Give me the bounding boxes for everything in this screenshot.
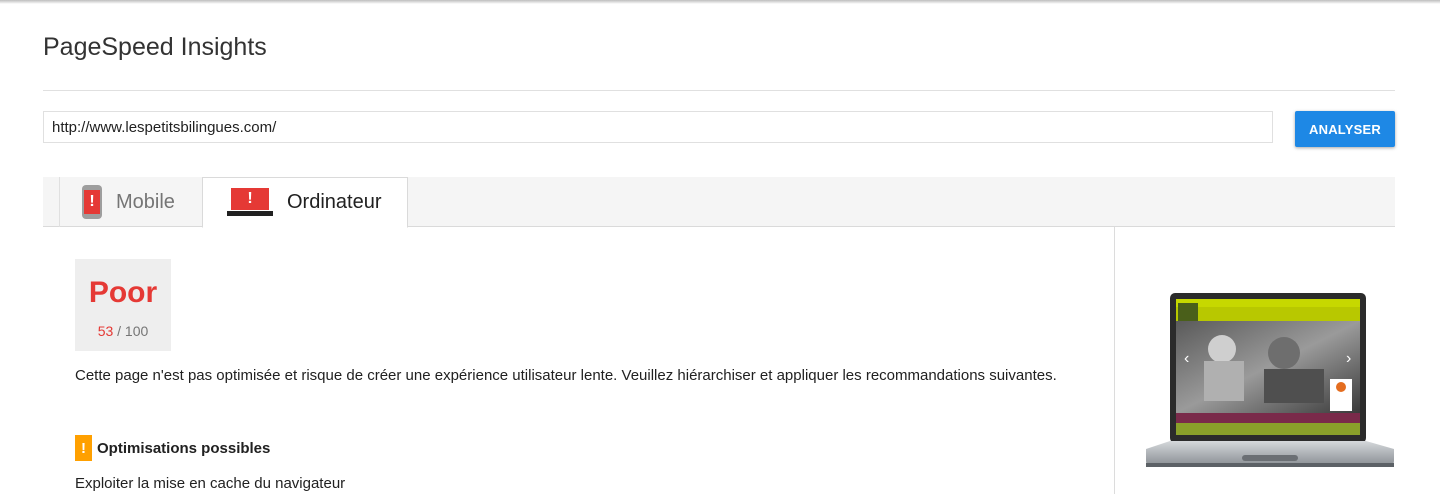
- preview-divider: [1114, 227, 1115, 494]
- optimization-item[interactable]: Exploiter la mise en cache du navigateur: [75, 475, 345, 492]
- phone-warning-icon: !: [82, 185, 102, 219]
- device-tab-bar: ! Mobile ! Ordinateur: [43, 177, 1395, 228]
- score-value: 53: [97, 323, 114, 339]
- tab-desktop-label: Ordinateur: [287, 191, 382, 213]
- optimizations-title: Optimisations possibles: [97, 439, 271, 457]
- score-max: / 100: [117, 323, 149, 339]
- page-title: PageSpeed Insights: [43, 33, 267, 61]
- tab-mobile[interactable]: ! Mobile: [59, 177, 202, 227]
- score-rating: Poor: [88, 276, 158, 309]
- tab-desktop[interactable]: ! Ordinateur: [202, 177, 408, 228]
- score-badge: Poor 53 / 100: [75, 259, 171, 351]
- score-summary: Cette page n'est pas optimisée et risque…: [75, 367, 1057, 384]
- svg-text:‹: ‹: [1184, 350, 1189, 367]
- laptop-warning-icon: !: [227, 187, 273, 218]
- desktop-preview-screenshot: ‹ ›: [1144, 291, 1396, 474]
- top-shadow: [0, 0, 1440, 4]
- header-divider: [43, 90, 1395, 91]
- url-input[interactable]: [43, 111, 1273, 143]
- score-line: 53 / 100: [75, 323, 171, 339]
- analyze-button[interactable]: ANALYSER: [1295, 111, 1395, 147]
- svg-text:›: ›: [1346, 350, 1351, 367]
- tab-mobile-label: Mobile: [116, 190, 175, 213]
- warning-icon: !: [75, 435, 92, 461]
- optimizations-header: ! Optimisations possibles: [75, 435, 270, 461]
